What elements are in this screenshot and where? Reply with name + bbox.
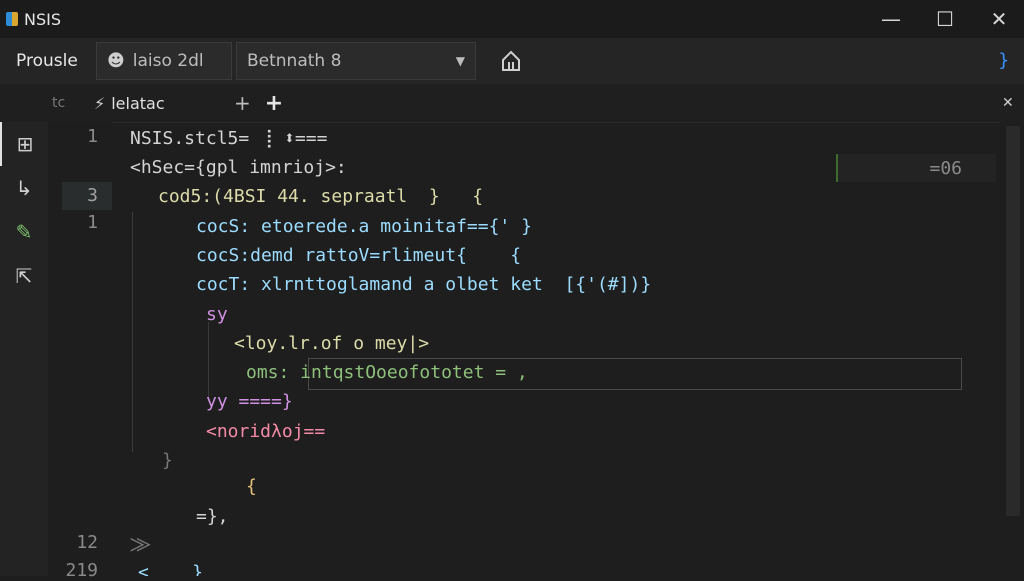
tab-label: lelatac xyxy=(111,93,165,113)
explorer-icon[interactable]: ⊞ xyxy=(0,122,48,166)
code-line: <hSec={gpl imnrioj>: xyxy=(130,157,347,178)
code-line: <loy.lr.of o mey|> xyxy=(234,333,430,354)
code-line: <noridλoj== xyxy=(206,421,326,442)
tab-active[interactable]: ⚡ lelatac xyxy=(94,84,224,122)
activity-bar: ⊞ ↳ ✎ ⇱ xyxy=(0,122,49,576)
line-number: 1 xyxy=(87,126,98,147)
app-icon xyxy=(6,12,18,26)
code-line: cod5:(4BSI 44. sepraatl } { xyxy=(158,186,484,207)
close-button[interactable]: ✕ xyxy=(972,0,1024,38)
code-line: =}, xyxy=(196,506,229,527)
code-line: sy xyxy=(206,304,228,325)
code-line: < } xyxy=(138,562,204,576)
code-line: yy ====} xyxy=(206,391,293,412)
code-line: { xyxy=(246,476,257,497)
code-line: } xyxy=(162,450,173,471)
chevron-down-icon: ▼ xyxy=(455,54,465,68)
scrollbar-thumb[interactable] xyxy=(1006,126,1020,516)
inline-hint: =06 xyxy=(836,154,996,182)
edit-icon[interactable]: ✎ xyxy=(0,210,48,254)
editor-scrollbar[interactable] xyxy=(1000,122,1024,576)
code-line: cocS:demd rattoV=rlimeut{ { xyxy=(196,245,522,266)
target-select[interactable]: Betnnath 8 ▼ xyxy=(236,42,476,80)
line-number-gutter: 1 3 1 12 219 xyxy=(48,122,112,581)
code-line: cocT: xlrnttoglamand a olbet ket [{'(#])… xyxy=(196,274,652,295)
line-number-active: 3 xyxy=(62,182,112,210)
line-number: 1 xyxy=(87,212,98,233)
profile-select[interactable]: ☻ laiso 2dl xyxy=(96,42,232,80)
new-file-button[interactable]: + xyxy=(265,91,283,116)
code-line: ⨠ xyxy=(130,534,152,555)
tab-prefix[interactable]: tc xyxy=(52,95,94,111)
target-select-value: Betnnath 8 xyxy=(247,51,342,71)
code-editor[interactable]: NSIS.stcl5= ⢸ ⬍=== <hSec={gpl imnrioj>: … xyxy=(112,122,1000,576)
close-panel-icon[interactable]: ✕ xyxy=(1002,95,1014,111)
window-title: NSIS xyxy=(24,9,61,29)
title-bar: NSIS — ☐ ✕ xyxy=(0,0,1024,38)
toolbar-right-glyph[interactable]: } xyxy=(998,50,1009,71)
profile-select-value: laiso 2dl xyxy=(132,51,204,71)
chart-icon[interactable]: ⇱ xyxy=(0,254,48,298)
branch-icon[interactable]: ↳ xyxy=(0,166,48,210)
minimize-button[interactable]: — xyxy=(864,0,918,38)
line-number: 12 xyxy=(76,532,98,553)
line-number: 219 xyxy=(65,560,98,581)
code-line: cocS: etoerede.a moinitaf=={' } xyxy=(196,216,532,237)
toolbar: Prousle ☻ laiso 2dl Betnnath 8 ▼ } xyxy=(0,38,1024,84)
browse-button[interactable]: Prousle xyxy=(0,38,96,84)
home-icon[interactable] xyxy=(496,46,526,76)
code-line: oms: intqstOoeofototet = , xyxy=(246,362,528,383)
tab-bar: tc ⚡ lelatac + + ✕ xyxy=(0,84,1024,123)
add-tab-button[interactable]: + xyxy=(234,91,251,115)
lightning-icon: ⚡ xyxy=(94,93,106,113)
code-line: NSIS.stcl5= ⢸ ⬍=== xyxy=(130,128,328,149)
indent-guide xyxy=(132,212,133,452)
maximize-button[interactable]: ☐ xyxy=(918,0,972,38)
person-icon: ☻ xyxy=(107,51,125,71)
